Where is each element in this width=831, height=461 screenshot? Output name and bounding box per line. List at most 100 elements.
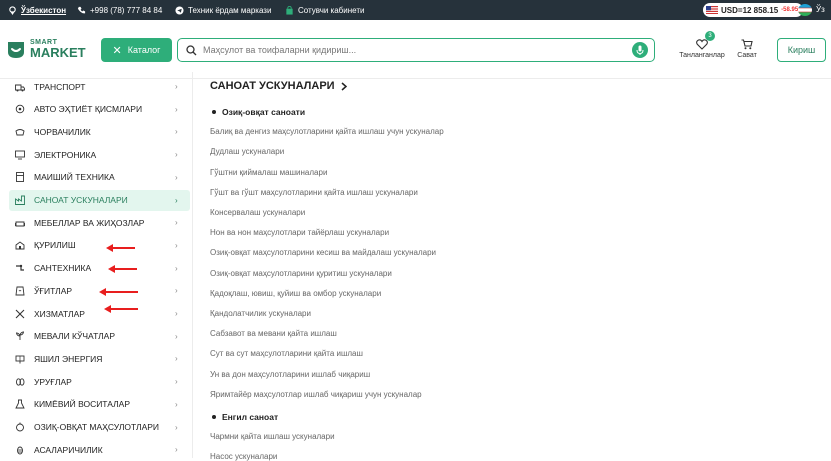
favorites-label: Танланганлар bbox=[679, 52, 725, 59]
sidebar-item[interactable]: ЯШИЛ ЭНЕРГИЯ › bbox=[9, 348, 190, 369]
region-selector[interactable]: Ўзбекистон bbox=[8, 0, 66, 20]
login-button[interactable]: Кириш bbox=[777, 38, 826, 62]
sidebar-item-label: МАИШИЙ ТЕХНИКА bbox=[34, 172, 115, 183]
support-label: Техник ёрдам маркази bbox=[188, 5, 272, 15]
sidebar-item[interactable]: САНТЕХНИКА › bbox=[9, 258, 190, 279]
subcategory-link[interactable]: Сут ва сут маҳсулотларини қайта ишлаш bbox=[210, 349, 363, 358]
sidebar-item-label: ТРАНСПОРТ bbox=[34, 81, 86, 92]
subcategory-link[interactable]: Нон ва нон маҳсулотлари тайёрлаш ускунал… bbox=[210, 228, 389, 237]
arrow-annotation-icon bbox=[104, 305, 138, 313]
top-bar: Ўзбекистон +998 (78) 777 84 84 Техник ёр… bbox=[0, 0, 831, 20]
search-input[interactable] bbox=[203, 45, 633, 55]
fertilizer-icon bbox=[15, 286, 25, 296]
subcategory-link[interactable]: Қандолатчилик ускуналари bbox=[210, 309, 311, 318]
subcategory-link[interactable]: Насос ускуналари bbox=[210, 452, 277, 461]
favorites-count-badge: 3 bbox=[705, 31, 715, 41]
chevron-right-icon: › bbox=[175, 195, 178, 205]
bee-icon bbox=[17, 446, 23, 455]
subcategory-link[interactable]: Гўштни қиймалаш машиналари bbox=[210, 168, 327, 177]
page-title[interactable]: САНОАТ УСКУНАЛАРИ bbox=[210, 80, 347, 92]
solar-icon bbox=[15, 355, 25, 364]
food-icon bbox=[16, 422, 24, 432]
catalog-button[interactable]: ✕ Каталог bbox=[101, 38, 172, 62]
sidebar-item-label: АВТО ЭҲТИЁТ ҚИСМЛАРИ bbox=[34, 104, 143, 115]
sidebar-item-label: УРУҒЛАР bbox=[34, 376, 72, 387]
phone-link[interactable]: +998 (78) 777 84 84 bbox=[77, 0, 162, 20]
location-pin-icon bbox=[9, 5, 16, 15]
sidebar-item[interactable]: ТРАНСПОРТ › bbox=[9, 76, 190, 97]
sidebar-item[interactable]: АВТО ЭҲТИЁТ ҚИСМЛАРИ › bbox=[9, 99, 190, 120]
subcategory-link[interactable]: Гўшт ва гўшт маҳсулотларини қайта ишлаш … bbox=[210, 188, 418, 197]
sidebar-item[interactable]: МАИШИЙ ТЕХНИКА › bbox=[9, 167, 190, 188]
chevron-right-icon bbox=[341, 81, 347, 91]
chevron-right-icon: › bbox=[175, 150, 178, 160]
seedling-icon bbox=[15, 331, 25, 341]
sidebar-item-label: САНТЕХНИКА bbox=[34, 263, 92, 274]
seller-cabinet-link[interactable]: Сотувчи кабинети bbox=[285, 0, 364, 20]
sidebar-item-label: ЧОРВАЧИЛИК bbox=[34, 126, 91, 137]
chevron-right-icon: › bbox=[175, 399, 178, 409]
usa-flag-icon bbox=[706, 6, 718, 14]
sidebar-item[interactable]: АСАЛАРИЧИЛИК › bbox=[9, 439, 190, 460]
construction-icon bbox=[15, 241, 25, 250]
section-heading[interactable]: Озиқ-овқат саноати bbox=[212, 107, 305, 117]
sidebar-item[interactable]: ҚУРИЛИШ › bbox=[9, 235, 190, 256]
cart-label: Сават bbox=[737, 52, 757, 59]
subcategory-link[interactable]: Яримтайёр маҳсулотлар ишлаб чиқариш учун… bbox=[210, 390, 422, 399]
language-switch[interactable]: Ўз bbox=[816, 0, 825, 20]
chevron-right-icon: › bbox=[175, 331, 178, 341]
chevron-right-icon: › bbox=[175, 172, 178, 182]
favorites-button[interactable]: 3 Танланганлар bbox=[677, 31, 727, 59]
sidebar-item[interactable]: УРУҒЛАР › bbox=[9, 371, 190, 392]
page-title-text: САНОАТ УСКУНАЛАРИ bbox=[210, 80, 335, 92]
currency-rate: USD=12 858.15 -58.95 bbox=[703, 3, 804, 17]
section-heading[interactable]: Енгил саноат bbox=[212, 412, 278, 422]
support-link[interactable]: Техник ёрдам маркази bbox=[175, 0, 271, 20]
logo-mark-icon bbox=[8, 42, 24, 58]
subcategory-link[interactable]: Чармни қайта ишлаш ускуналари bbox=[210, 432, 335, 441]
subcategory-link[interactable]: Ун ва дон маҳсулотларини ишлаб чиқариш bbox=[210, 370, 370, 379]
sidebar-item[interactable]: САНОАТ УСКУНАЛАРИ › bbox=[9, 189, 190, 211]
seeds-icon bbox=[16, 377, 25, 386]
sidebar-item-label: САНОАТ УСКУНАЛАРИ bbox=[34, 195, 128, 205]
sidebar-item-label: АСАЛАРИЧИЛИК bbox=[34, 444, 103, 455]
factory-icon bbox=[15, 195, 25, 205]
sidebar-item[interactable]: ОЗИҚ-ОВҚАТ МАҲСУЛОТЛАРИ › bbox=[9, 417, 190, 438]
subcategory-link[interactable]: Сабзавот ва мевани қайта ишлаш bbox=[210, 329, 337, 338]
sidebar-item[interactable]: ХИЗМАТЛАР › bbox=[9, 303, 190, 324]
catalog-label: Каталог bbox=[127, 45, 161, 55]
sidebar-item[interactable]: КИМЁВИЙ ВОСИТАЛАР › bbox=[9, 394, 190, 415]
sidebar-item[interactable]: ЭЛЕКТРОНИКА › bbox=[9, 144, 190, 165]
chevron-right-icon: › bbox=[175, 263, 178, 273]
subcategory-link[interactable]: Озиқ-овқат маҳсулотларини кесиш ва майда… bbox=[210, 248, 436, 257]
section-heading-text: Енгил саноат bbox=[222, 412, 279, 422]
section-heading-text: Озиқ-овқат саноати bbox=[222, 107, 306, 117]
logo[interactable]: SMART MARKET bbox=[6, 38, 86, 60]
appliance-icon bbox=[16, 172, 24, 183]
subcategory-link[interactable]: Консервалаш ускуналари bbox=[210, 208, 305, 217]
sidebar-item[interactable]: МЕВАЛИ КЎЧАТЛАР › bbox=[9, 326, 190, 347]
sidebar-item[interactable]: МЕБЕЛЛАР ВА ЖИҲОЗЛАР › bbox=[9, 212, 190, 233]
arrow-annotation-icon bbox=[108, 265, 137, 273]
sidebar-item[interactable]: ЧОРВАЧИЛИК › bbox=[9, 121, 190, 142]
tools-icon bbox=[15, 309, 25, 318]
subcategory-link[interactable]: Балиқ ва денгиз маҳсулотларини қайта ишл… bbox=[210, 127, 444, 136]
bullet-icon bbox=[212, 415, 216, 419]
sidebar-item-label: ОЗИҚ-ОВҚАТ МАҲСУЛОТЛАРИ bbox=[34, 422, 160, 432]
search-icon bbox=[186, 44, 197, 55]
telegram-icon bbox=[175, 5, 184, 15]
shop-bag-icon bbox=[286, 5, 293, 15]
subcategory-link[interactable]: Дудлаш ускуналари bbox=[210, 147, 284, 156]
uzbekistan-flag-icon[interactable] bbox=[798, 4, 812, 16]
sofa-icon bbox=[15, 221, 25, 227]
chevron-right-icon: › bbox=[175, 240, 178, 250]
subcategory-panel: САНОАТ УСКУНАЛАРИ Озиқ-овқат саноати Бали… bbox=[198, 72, 831, 461]
cart-button[interactable]: Сават bbox=[733, 37, 761, 59]
subcategory-link[interactable]: Озиқ-овқат маҳсулотларини қуритиш ускуна… bbox=[210, 269, 392, 278]
microphone-icon[interactable] bbox=[632, 42, 648, 58]
phone-icon bbox=[77, 6, 86, 13]
livestock-icon bbox=[15, 128, 25, 136]
chevron-right-icon: › bbox=[175, 445, 178, 455]
cart-icon bbox=[741, 39, 753, 50]
subcategory-link[interactable]: Қадоқлаш, ювиш, қуйиш ва омбор ускуналар… bbox=[210, 289, 381, 298]
